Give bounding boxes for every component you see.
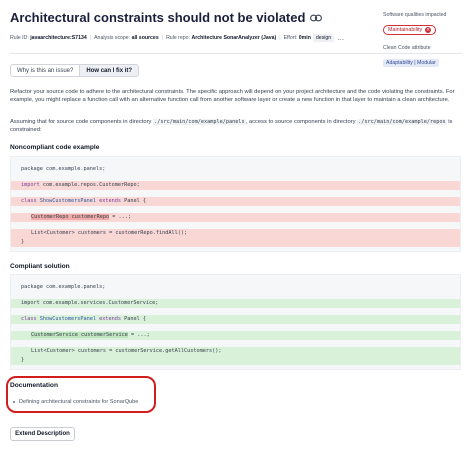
- meta-effort: Effort: 0min: [283, 35, 311, 41]
- rule-header: Architectural constraints should not be …: [10, 10, 370, 42]
- code-line-added: class ShowCustomersPanel extends Panel {: [11, 315, 460, 324]
- noncompliant-code-block: package com.example.panels; import com.e…: [10, 156, 461, 252]
- maintainability-badge[interactable]: Maintainability ✕: [383, 25, 437, 35]
- constraint-paragraph: Assuming that for source code components…: [10, 119, 453, 134]
- documentation-title: Documentation: [10, 382, 58, 389]
- rule-meta: Rule ID: javaarchitecture:S7134 | Analys…: [10, 34, 345, 42]
- tag-chip[interactable]: design: [312, 34, 335, 42]
- more-tags-button[interactable]: …: [337, 35, 344, 42]
- rule-sidebar: Software qualities impacted Maintainabil…: [383, 12, 469, 69]
- compliant-code-block: package com.example.panels; import com.e…: [10, 274, 461, 370]
- code-line-removed: class ShowCustomersPanel extends Panel {: [11, 197, 460, 206]
- attribute-chip: Adaptability | Modular: [383, 59, 439, 67]
- code-line-added: }: [11, 356, 460, 365]
- link-icon[interactable]: [310, 14, 323, 22]
- compliant-title: Compliant solution: [10, 263, 70, 270]
- code-line: package com.example.panels;: [21, 284, 106, 290]
- extend-description-button[interactable]: Extend Description: [10, 427, 75, 441]
- divider: [10, 53, 462, 54]
- bullet-icon: [13, 400, 15, 403]
- qualities-label: Software qualities impacted: [383, 12, 447, 18]
- description-paragraph: Refactor your source code to adhere to t…: [10, 89, 455, 104]
- code-line-added: CustomerService customerService = ...;: [11, 331, 460, 340]
- meta-rule-id: Rule ID: javaarchitecture:S7134: [10, 35, 87, 41]
- severity-icon: ✕: [425, 27, 432, 33]
- documentation-link-label: Defining architectural constraints for S…: [19, 399, 139, 405]
- noncompliant-title: Noncompliant code example: [10, 144, 100, 151]
- code-line-added: List<Customer> customers = customerServi…: [11, 347, 460, 356]
- meta-analysis-scope: Analysis scope: all sources: [94, 35, 159, 41]
- documentation-link[interactable]: Defining architectural constraints for S…: [13, 399, 138, 405]
- code-line-removed: CustomerRepo customerRepo = ...;: [11, 213, 460, 222]
- maintainability-label: Maintainability: [388, 27, 423, 33]
- code-line-added: import com.example.services.CustomerServ…: [11, 299, 460, 308]
- tab-how-to-fix[interactable]: How can I fix it?: [79, 65, 139, 76]
- code-line-removed: }: [11, 238, 460, 247]
- tab-why-issue[interactable]: Why is this an issue?: [11, 65, 79, 76]
- code-line-removed: import com.example.repos.CustomerRepo;: [11, 181, 460, 190]
- page-title: Architectural constraints should not be …: [10, 10, 306, 25]
- tab-bar: Why is this an issue? How can I fix it?: [10, 64, 140, 77]
- meta-rule-repo: Rule repo: Architecture SonarAnalyzer (J…: [166, 35, 277, 41]
- attribute-label: Clean Code attribute: [383, 45, 431, 51]
- code-line: package com.example.panels;: [21, 166, 106, 172]
- panels-path: ./src/main/com/example/panels: [153, 119, 246, 125]
- repos-path: ./src/main/com/example/repos: [357, 119, 447, 125]
- code-line-removed: List<Customer> customers = customerRepo.…: [11, 229, 460, 238]
